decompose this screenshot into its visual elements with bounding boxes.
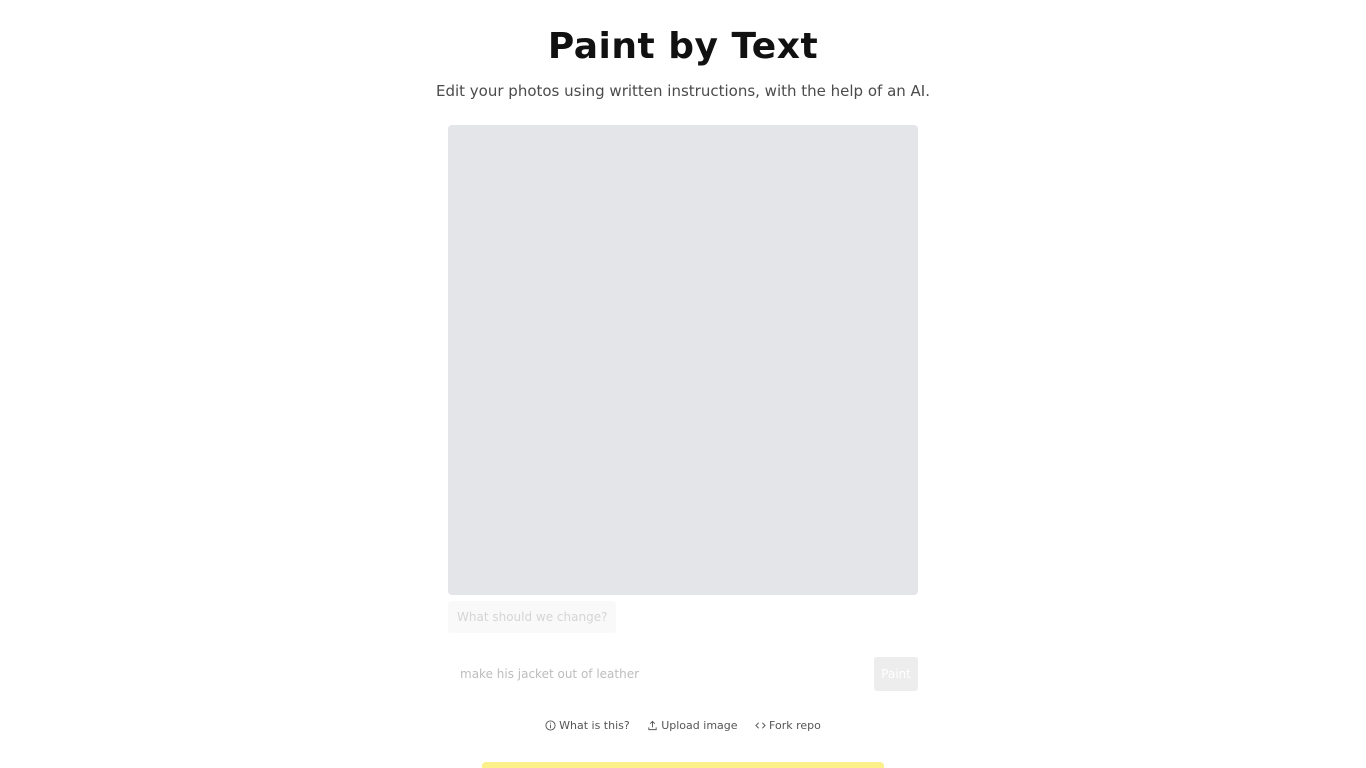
prompt-form: Paint — [448, 657, 918, 691]
code-icon — [755, 722, 766, 729]
upload-icon — [648, 720, 657, 731]
info-icon — [545, 720, 556, 731]
what-is-this-link[interactable]: What is this? — [545, 719, 630, 732]
page-title: Paint by Text — [547, 26, 819, 67]
prompt-input[interactable] — [448, 657, 868, 691]
footer-links: What is this? Upload image Fork repo — [0, 719, 1366, 734]
page-subtitle: Edit your photos using written instructi… — [435, 82, 930, 100]
upload-image-label: Upload image — [661, 719, 738, 732]
fork-repo-link[interactable]: Fork repo — [755, 719, 821, 732]
upload-image-link[interactable]: Upload image — [647, 719, 738, 732]
paint-button[interactable]: Paint — [874, 657, 918, 691]
what-is-this-label: What is this? — [559, 719, 630, 732]
fork-repo-label: Fork repo — [769, 719, 821, 732]
notice-banner — [482, 762, 884, 768]
page: Paint by Text Edit your photos using wri… — [0, 0, 1366, 768]
image-canvas[interactable] — [448, 125, 918, 595]
prompt-question: What should we change? — [448, 601, 617, 633]
